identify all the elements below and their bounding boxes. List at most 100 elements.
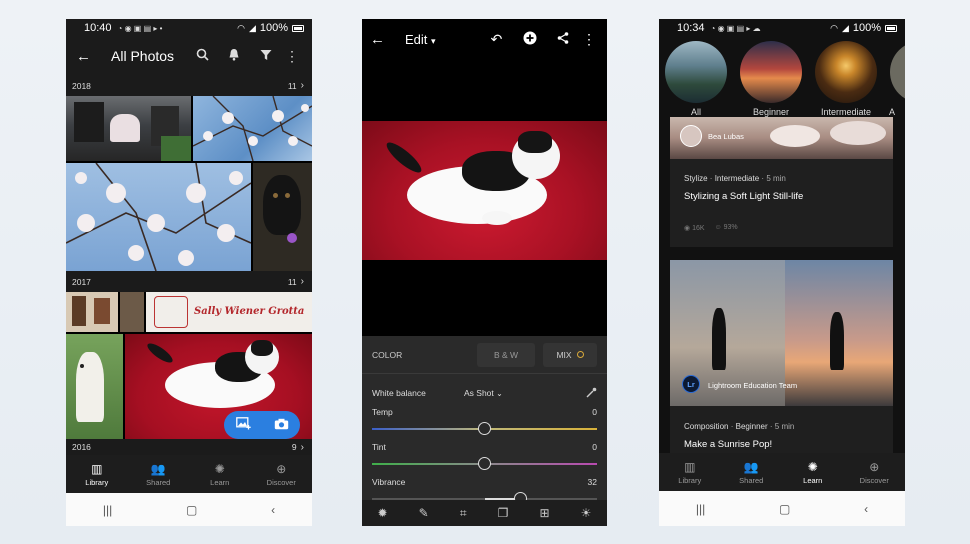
presets-icon[interactable]: ✹ — [378, 506, 388, 520]
home-icon[interactable]: ▢ — [779, 502, 790, 516]
card-duration: 5 min — [766, 174, 786, 183]
more-vertical-icon[interactable]: ⋮ — [282, 48, 302, 65]
photo-blossom-large[interactable] — [66, 163, 251, 271]
tutorial-card-still-life[interactable]: Bea Lubas Stylize · Intermediate · 5 min… — [670, 117, 893, 247]
card-level: Beginner — [735, 422, 768, 431]
year-label: 2017 — [72, 276, 91, 287]
wb-dropdown[interactable]: As Shot ⌄ — [464, 388, 503, 398]
photo-cat-edit[interactable] — [362, 121, 607, 260]
card-meta: Stylize · Intermediate · 5 min — [684, 174, 879, 183]
recent-apps-icon[interactable]: ||| — [696, 502, 705, 516]
nav-label: Learn — [210, 477, 230, 487]
signal-icon: ◢ — [841, 22, 849, 33]
photo-artwork[interactable] — [66, 292, 118, 332]
add-photo-icon[interactable] — [235, 417, 251, 433]
slider-label-tint: Tint 0 — [362, 440, 607, 454]
bulb-icon: ✺ — [807, 459, 818, 474]
year-count: 11 — [287, 276, 297, 287]
nav-label: Shared — [146, 477, 171, 487]
photo-fountain[interactable] — [66, 96, 191, 161]
mix-button[interactable]: MIX — [543, 342, 597, 367]
category-carousel: All Beginner Intermediate A — [659, 37, 905, 123]
meta-dot: · — [730, 422, 734, 431]
year-count: 11 — [287, 80, 297, 91]
temp-slider[interactable] — [372, 419, 597, 439]
nav-discover[interactable]: ⊕ Discover — [251, 455, 313, 493]
status-bar: 10:34 ◔ ◉ ▣ ▤ ▸ ☁ ◠ ◢ 100% — [659, 19, 905, 37]
recent-apps-icon[interactable]: ||| — [103, 503, 112, 517]
more-vertical-icon[interactable]: ⋮ — [579, 31, 599, 48]
system-back-icon[interactable]: ‹ — [864, 502, 868, 516]
bell-icon[interactable] — [218, 48, 250, 64]
crop-icon[interactable]: ⌗ — [460, 506, 467, 521]
meta-dot: · — [709, 174, 713, 183]
edit-mode-dropdown[interactable]: Edit ▾ — [405, 32, 480, 47]
year-header-2017[interactable]: 2017 11 › — [66, 271, 312, 292]
year-count: 9 — [291, 442, 297, 452]
sign-text: Sally Wiener Grotta — [194, 306, 305, 317]
color-label: COLOR — [372, 349, 403, 360]
status-time: 10:34 — [677, 22, 705, 34]
color-edit-panel: COLOR B & W MIX White balance As Shot ⌄ … — [362, 336, 607, 526]
phone-library: 10:40 ◔ ◉ ▣ ▤ ▸ • ◠ ◢ 100% ← All Photos … — [66, 19, 312, 526]
edit-title: Edit — [405, 31, 428, 47]
bw-button[interactable]: B & W — [477, 342, 535, 367]
category-intermediate[interactable]: Intermediate — [806, 107, 886, 117]
photo-llama[interactable] — [66, 334, 123, 439]
slider-value: 32 — [587, 477, 597, 487]
category-advanced-image[interactable] — [890, 41, 905, 103]
photo-sign[interactable]: Sally Wiener Grotta — [146, 292, 312, 332]
light-icon[interactable]: ☀ — [581, 506, 592, 520]
tint-knob[interactable] — [478, 457, 491, 470]
category-beginner[interactable]: Beginner — [731, 107, 811, 117]
back-arrow-icon[interactable]: ← — [76, 48, 91, 65]
slider-name: Tint — [372, 442, 386, 452]
healing-brush-icon[interactable]: ✎ — [419, 506, 429, 520]
notification-icons: ◔ ◉ ▣ ▤ ▸ ☁ — [710, 23, 761, 33]
photo-garden[interactable] — [120, 292, 144, 332]
selective-icon[interactable]: ⊞ — [540, 506, 550, 520]
add-photo-fab[interactable] — [224, 411, 300, 439]
category-beginner-image[interactable] — [740, 41, 802, 103]
search-icon[interactable] — [186, 48, 218, 64]
nav-label: Learn — [803, 475, 823, 485]
tint-slider[interactable] — [372, 454, 597, 474]
card-title: Stylizing a Soft Light Still-life — [684, 191, 804, 202]
card-category: Stylize — [684, 174, 708, 183]
nav-shared[interactable]: 👥 Shared — [128, 455, 190, 493]
nav-library[interactable]: ▥ Library — [659, 453, 721, 491]
year-header-2016[interactable]: 2016 9 › — [66, 439, 312, 455]
wb-value: As Shot — [464, 388, 494, 398]
add-circle-icon[interactable] — [513, 31, 546, 48]
filter-icon[interactable] — [250, 48, 282, 64]
back-arrow-icon[interactable]: ← — [370, 31, 385, 48]
chevron-right-icon: › — [300, 441, 304, 453]
category-advanced[interactable]: A — [889, 107, 905, 117]
nav-discover[interactable]: ⊕ Discover — [844, 453, 906, 491]
slider-label-temp: Temp 0 — [362, 405, 607, 419]
wb-label: White balance — [372, 388, 426, 398]
share-icon[interactable] — [546, 31, 579, 47]
year-header-2018[interactable]: 2018 11 › — [66, 75, 312, 96]
camera-icon[interactable] — [274, 418, 289, 433]
slider-value: 0 — [592, 407, 597, 417]
system-back-icon[interactable]: ‹ — [271, 503, 275, 517]
versions-icon[interactable]: ❐ — [498, 506, 509, 520]
card-views: 16K — [692, 225, 705, 232]
nav-learn[interactable]: ✺ Learn — [782, 453, 844, 491]
photo-blossom-sky[interactable] — [193, 96, 312, 161]
tutorial-card-sunrise[interactable]: Lr Lightroom Education Team Composition … — [670, 260, 893, 458]
eyedropper-icon[interactable] — [586, 387, 597, 400]
category-intermediate-image[interactable] — [815, 41, 877, 103]
nav-library[interactable]: ▥ Library — [66, 455, 128, 493]
temp-knob[interactable] — [478, 422, 491, 435]
home-icon[interactable]: ▢ — [186, 503, 197, 517]
slider-name: Temp — [372, 407, 393, 417]
undo-icon[interactable]: ↶ — [480, 31, 513, 48]
nav-shared[interactable]: 👥 Shared — [721, 453, 783, 491]
year-label: 2016 — [72, 442, 91, 452]
photo-dog[interactable] — [253, 163, 312, 271]
notification-icons: ◔ ◉ ▣ ▤ ▸ • — [117, 23, 163, 33]
category-all-image[interactable] — [665, 41, 727, 103]
nav-learn[interactable]: ✺ Learn — [189, 455, 251, 493]
